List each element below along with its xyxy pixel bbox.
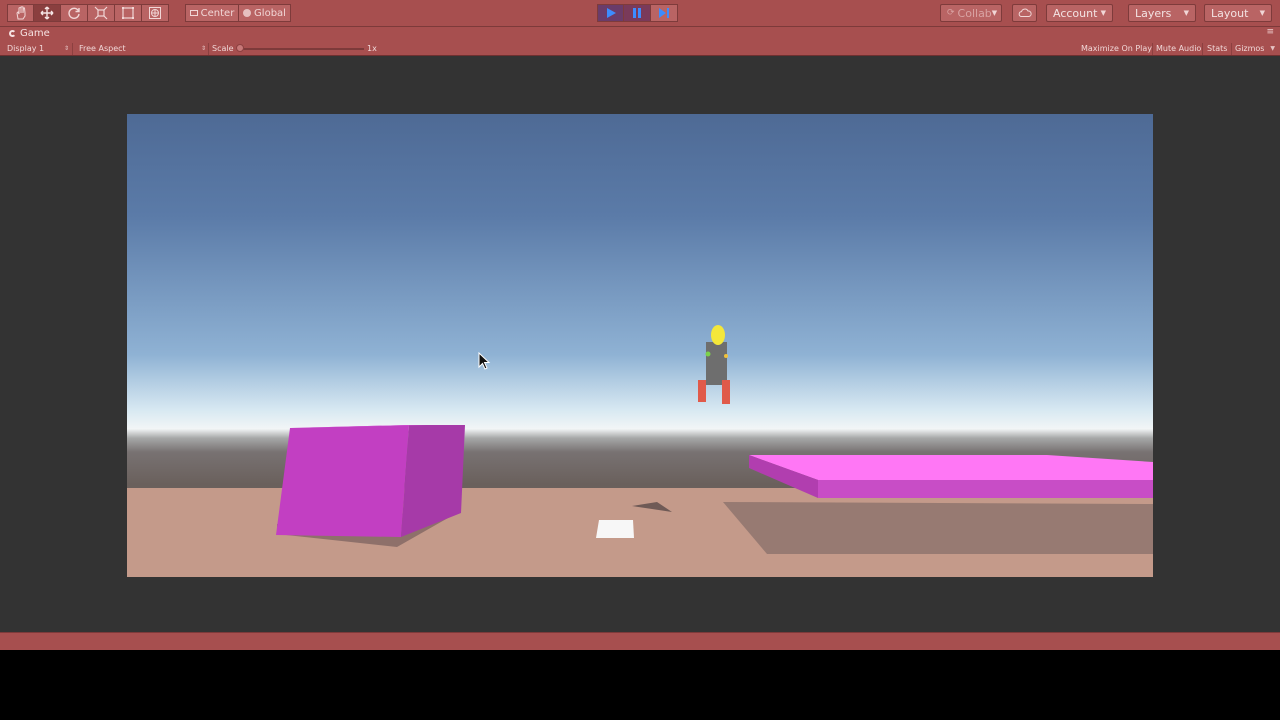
divider: [1231, 43, 1232, 55]
maximize-on-play-toggle[interactable]: Maximize On Play: [1081, 44, 1152, 53]
layers-dropdown[interactable]: Layers ▼: [1128, 4, 1196, 22]
game-tab-header: Game ≡: [0, 27, 1280, 42]
pacman-icon: [9, 30, 16, 37]
gizmos-dropdown[interactable]: Gizmos ▼: [1235, 44, 1275, 53]
layers-label: Layers: [1135, 6, 1172, 20]
maximize-on-play-label: Maximize On Play: [1081, 44, 1153, 53]
move-icon: [40, 6, 54, 20]
space-global-button[interactable]: Global: [239, 4, 291, 22]
display-label: Display 1: [7, 44, 45, 53]
pivot-center-button[interactable]: Center: [185, 4, 239, 22]
magenta-platform-top: [749, 455, 1153, 480]
layout-label: Layout: [1211, 6, 1249, 20]
platform-shadow: [723, 502, 1153, 554]
mute-audio-toggle[interactable]: Mute Audio: [1156, 44, 1201, 53]
chevron-updown-icon: ⇕: [200, 45, 206, 52]
chevron-down-icon: ▼: [1100, 9, 1106, 17]
rocket-thruster-right: [724, 354, 728, 358]
divider: [1152, 43, 1153, 55]
scale-label: Scale: [212, 44, 234, 53]
collab-dropdown[interactable]: ⟳ Collab ▼: [940, 4, 1002, 22]
rocket-leg-right: [722, 380, 730, 404]
aspect-label: Free Aspect: [79, 44, 126, 53]
stats-label: Stats: [1207, 44, 1228, 53]
play-icon: [606, 8, 616, 18]
scale-value: 1x: [367, 44, 377, 53]
tab-game[interactable]: Game: [9, 28, 50, 39]
step-button[interactable]: [651, 4, 678, 22]
scale-value-text: 1x: [367, 44, 377, 53]
rect-tool-button[interactable]: [115, 4, 142, 22]
chevron-down-icon: ▼: [1259, 9, 1265, 17]
pivot-toggles: Center Global: [185, 4, 291, 22]
play-controls: [597, 4, 678, 22]
scale-slider-track[interactable]: [238, 48, 364, 50]
tab-game-label: Game: [20, 28, 50, 39]
rocket-shadow: [632, 502, 672, 512]
landing-pad: [596, 520, 634, 538]
tab-menu-icon[interactable]: ≡: [1266, 27, 1274, 37]
hand-icon: [15, 6, 25, 20]
rect-tool-icon: [122, 7, 134, 19]
pivot-label: Center: [200, 7, 235, 19]
main-toolbar: Center Global ⟳ Collab ▼ Account ▼ Layer…: [0, 0, 1280, 27]
stats-toggle[interactable]: Stats: [1207, 44, 1227, 53]
scale-label-text: Scale: [212, 44, 234, 53]
rotate-icon: [68, 7, 80, 19]
aspect-dropdown[interactable]: Free Aspect ⇕: [79, 44, 206, 53]
rotate-tool-button[interactable]: [61, 4, 88, 22]
chevron-down-icon: ▼: [991, 9, 998, 17]
rocket-leg-left: [698, 380, 706, 402]
scene-render: [276, 325, 1153, 554]
magenta-box-side: [401, 425, 465, 537]
globe-icon: [243, 9, 252, 17]
display-dropdown[interactable]: Display 1 ⇕: [7, 44, 69, 53]
status-bar: [0, 632, 1280, 650]
mute-audio-label: Mute Audio: [1156, 44, 1202, 53]
collab-label: Collab: [957, 6, 992, 20]
chevron-down-icon: ▼: [1270, 45, 1275, 52]
pivot-icon: [189, 10, 198, 16]
layout-dropdown[interactable]: Layout ▼: [1204, 4, 1272, 22]
transform-tool-button[interactable]: [142, 4, 169, 22]
collab-icon: ⟳: [947, 8, 955, 18]
magenta-platform-front: [818, 480, 1153, 498]
rocket-nose: [711, 325, 725, 345]
divider: [208, 43, 209, 55]
rocket-thruster-left: [705, 351, 711, 357]
pause-icon: [633, 8, 641, 18]
step-icon: [659, 8, 669, 18]
unity-editor: Center Global ⟳ Collab ▼ Account ▼ Layer…: [0, 0, 1280, 720]
cloud-icon: [1018, 8, 1032, 17]
rocket-body: [706, 342, 727, 385]
move-tool-button[interactable]: [34, 4, 61, 22]
account-dropdown[interactable]: Account ▼: [1046, 4, 1113, 22]
transform-icon: [149, 7, 161, 19]
chevron-updown-icon: ⇕: [63, 45, 69, 52]
chevron-down-icon: ▼: [1183, 9, 1189, 17]
magenta-box-front: [276, 425, 409, 537]
play-button[interactable]: [597, 4, 624, 22]
pause-button[interactable]: [624, 4, 651, 22]
divider: [72, 43, 73, 55]
scale-slider-thumb[interactable]: [236, 44, 244, 52]
divider: [1202, 43, 1203, 55]
space-label: Global: [254, 7, 286, 19]
game-view-controls: Display 1 ⇕ Free Aspect ⇕ Scale 1x Maxim…: [0, 42, 1280, 56]
game-viewport[interactable]: [127, 114, 1153, 577]
transform-tools: [7, 4, 169, 22]
cloud-button[interactable]: [1012, 4, 1037, 22]
scale-icon: [94, 6, 108, 20]
hand-tool-button[interactable]: [7, 4, 34, 22]
scale-tool-button[interactable]: [88, 4, 115, 22]
gizmos-label: Gizmos: [1235, 44, 1265, 53]
mouse-cursor-icon: [478, 352, 491, 370]
account-label: Account: [1053, 6, 1098, 20]
